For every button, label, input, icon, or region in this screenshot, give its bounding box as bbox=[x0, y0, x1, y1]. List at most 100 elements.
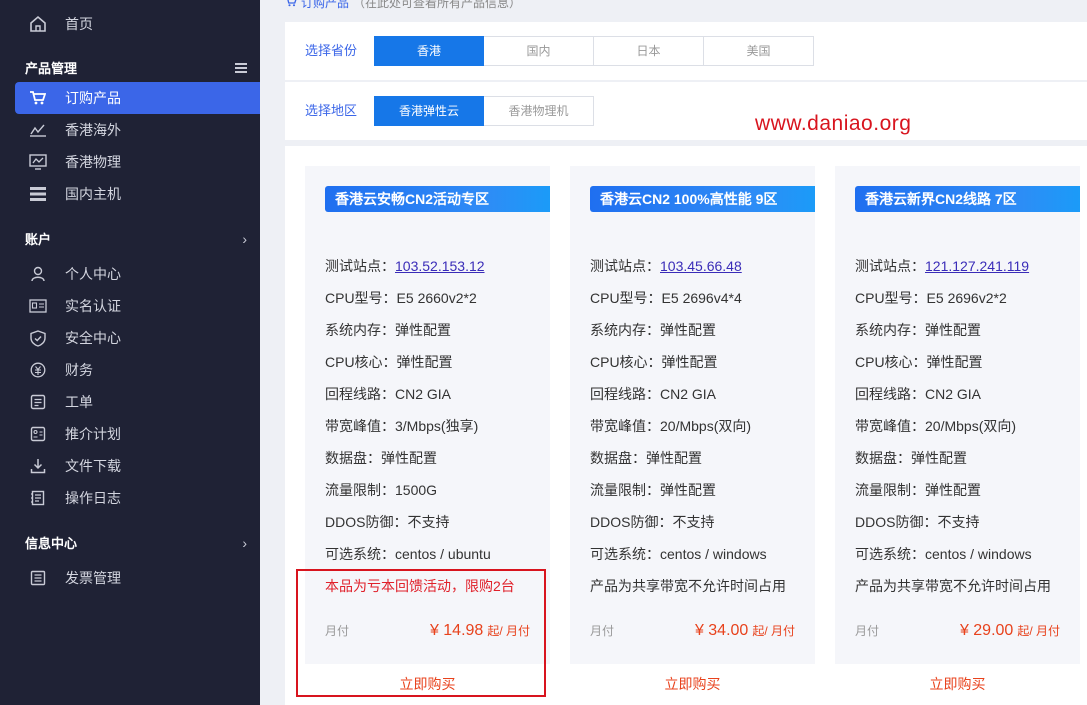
spec-list: 测试站点：103.45.66.48 CPU型号：E5 2696v4*4 系统内存… bbox=[590, 254, 810, 574]
sidebar-item-real-name[interactable]: 实名认证 bbox=[15, 290, 260, 322]
buy-now-button[interactable]: 立即购买 bbox=[570, 664, 815, 705]
sidebar-item-label: 实名认证 bbox=[65, 298, 121, 314]
product-note: 产品为共享带宽不允许时间占用 bbox=[855, 578, 1051, 594]
sidebar-item-hk-physical[interactable]: 香港物理 bbox=[15, 146, 260, 178]
spec-route: 回程线路：CN2 GIA bbox=[590, 386, 717, 402]
sidebar-item-label: 操作日志 bbox=[65, 490, 121, 506]
hamburger-icon[interactable] bbox=[235, 60, 247, 76]
tab-domestic[interactable]: 国内 bbox=[484, 36, 594, 66]
spec-memory: 系统内存：弹性配置 bbox=[855, 322, 981, 338]
spec-list: 测试站点：103.52.153.12 CPU型号：E5 2660v2*2 系统内… bbox=[325, 254, 545, 574]
sidebar-item-label: 财务 bbox=[65, 362, 93, 378]
tab-hk-elastic-cloud[interactable]: 香港弹性云 bbox=[374, 96, 484, 126]
sidebar-item-finance[interactable]: 财务 bbox=[15, 354, 260, 386]
spec-cpu-model: CPU型号：E5 2696v4*4 bbox=[590, 290, 742, 306]
money-icon bbox=[27, 361, 49, 379]
test-ip-link[interactable]: 103.52.153.12 bbox=[395, 258, 485, 274]
spec-os: 可选系统：centos / ubuntu bbox=[325, 546, 491, 562]
sidebar-item-profile[interactable]: 个人中心 bbox=[15, 258, 260, 290]
breadcrumb-hint: （在此处可查看所有产品信息） bbox=[353, 0, 522, 10]
sidebar-item-label: 国内主机 bbox=[65, 186, 121, 202]
referral-icon bbox=[27, 425, 49, 443]
chevron-right-icon: › bbox=[242, 230, 247, 247]
price-unit: 起/ 月付 bbox=[487, 624, 530, 638]
breadcrumb: 订购产品 （在此处可查看所有产品信息） bbox=[285, 0, 521, 11]
sidebar-item-home[interactable]: 首页 bbox=[15, 8, 260, 40]
spec-label: 测试站点： bbox=[590, 258, 660, 274]
buy-now-button[interactable]: 立即购买 bbox=[305, 664, 550, 705]
sidebar-item-label: 订购产品 bbox=[65, 90, 121, 106]
product-note: 产品为共享带宽不允许时间占用 bbox=[590, 578, 786, 594]
spec-test-site: 测试站点：103.45.66.48 bbox=[590, 254, 810, 286]
spec-ddos: DDOS防御：不支持 bbox=[590, 514, 715, 530]
sidebar-item-label: 香港海外 bbox=[65, 122, 121, 138]
section-title: 账户 bbox=[25, 232, 52, 247]
price: ¥ 34.00 bbox=[694, 622, 749, 639]
spec-route: 回程线路：CN2 GIA bbox=[325, 386, 452, 402]
price-unit: 起/ 月付 bbox=[1017, 624, 1060, 638]
sidebar-item-downloads[interactable]: 文件下载 bbox=[15, 450, 260, 482]
spec-cpu-model: CPU型号：E5 2660v2*2 bbox=[325, 290, 477, 306]
sidebar-item-label: 推介计划 bbox=[65, 426, 121, 442]
breadcrumb-link[interactable]: 订购产品 bbox=[301, 0, 349, 11]
product-card: 香港云CN2 100%高性能 9区 测试站点：103.45.66.48 CPU型… bbox=[570, 166, 815, 705]
ticket-icon bbox=[27, 393, 49, 411]
billing-cycle: 月付 bbox=[325, 624, 350, 638]
sidebar-item-label: 香港物理 bbox=[65, 154, 121, 170]
spec-os: 可选系统：centos / windows bbox=[590, 546, 767, 562]
spec-route: 回程线路：CN2 GIA bbox=[855, 386, 982, 402]
section-product-management: 产品管理 bbox=[25, 58, 247, 77]
sidebar-item-domestic-host[interactable]: 国内主机 bbox=[15, 178, 260, 210]
spec-test-site: 测试站点：103.52.153.12 bbox=[325, 254, 545, 286]
billing-cycle: 月付 bbox=[590, 624, 615, 638]
home-icon bbox=[27, 15, 49, 33]
invoice-icon bbox=[27, 569, 49, 587]
tab-japan[interactable]: 日本 bbox=[594, 36, 704, 66]
server-icon bbox=[27, 185, 49, 203]
sidebar-item-security[interactable]: 安全中心 bbox=[15, 322, 260, 354]
cart-icon bbox=[27, 89, 49, 107]
spec-disk: 数据盘：弹性配置 bbox=[855, 450, 967, 466]
sidebar-item-label: 工单 bbox=[65, 394, 93, 410]
test-ip-link[interactable]: 121.127.241.119 bbox=[925, 258, 1029, 274]
product-list: 香港云安畅CN2活动专区 测试站点：103.52.153.12 CPU型号：E5… bbox=[285, 146, 1087, 705]
sidebar-item-operation-log[interactable]: 操作日志 bbox=[15, 482, 260, 514]
sidebar-item-hk-overseas[interactable]: 香港海外 bbox=[15, 114, 260, 146]
chart-icon bbox=[27, 121, 49, 139]
test-ip-link[interactable]: 103.45.66.48 bbox=[660, 258, 742, 274]
tab-usa[interactable]: 美国 bbox=[704, 36, 814, 66]
spec-traffic: 流量限制：弹性配置 bbox=[590, 482, 716, 498]
product-card: 香港云安畅CN2活动专区 测试站点：103.52.153.12 CPU型号：E5… bbox=[305, 166, 550, 705]
tab-hk-physical[interactable]: 香港物理机 bbox=[484, 96, 594, 126]
spec-disk: 数据盘：弹性配置 bbox=[590, 450, 702, 466]
spec-cpu-model: CPU型号：E5 2696v2*2 bbox=[855, 290, 1007, 306]
price-row: 月付 ¥ 34.00 起/ 月付 bbox=[590, 622, 795, 646]
section-account[interactable]: 账户 › bbox=[25, 229, 247, 248]
province-filter: 选择省份 香港 国内 日本 美国 bbox=[285, 22, 1087, 80]
sidebar-item-label: 文件下载 bbox=[65, 458, 121, 474]
buy-now-button[interactable]: 立即购买 bbox=[835, 664, 1080, 705]
sidebar-item-invoice[interactable]: 发票管理 bbox=[15, 562, 260, 594]
product-card: 香港云新界CN2线路 7区 测试站点：121.127.241.119 CPU型号… bbox=[835, 166, 1080, 705]
sidebar-item-label: 首页 bbox=[65, 16, 93, 32]
sidebar-item-referral[interactable]: 推介计划 bbox=[15, 418, 260, 450]
section-info-center[interactable]: 信息中心 › bbox=[25, 533, 247, 552]
price: ¥ 14.98 bbox=[429, 622, 484, 639]
spec-memory: 系统内存：弹性配置 bbox=[590, 322, 716, 338]
tab-hongkong[interactable]: 香港 bbox=[374, 36, 484, 66]
product-title: 香港云安畅CN2活动专区 bbox=[325, 186, 550, 212]
cart-icon bbox=[285, 0, 297, 10]
sidebar-item-ticket[interactable]: 工单 bbox=[15, 386, 260, 418]
sidebar-item-label: 发票管理 bbox=[65, 570, 121, 586]
section-title: 产品管理 bbox=[25, 61, 78, 76]
region-tabs: 香港弹性云 香港物理机 bbox=[374, 96, 594, 126]
spec-list: 测试站点：121.127.241.119 CPU型号：E5 2696v2*2 系… bbox=[855, 254, 1075, 574]
region-filter: 选择地区 香港弹性云 香港物理机 bbox=[285, 82, 1087, 140]
spec-disk: 数据盘：弹性配置 bbox=[325, 450, 437, 466]
price-row: 月付 ¥ 29.00 起/ 月付 bbox=[855, 622, 1060, 646]
user-icon bbox=[27, 265, 49, 283]
monitor-chart-icon bbox=[27, 153, 49, 171]
sidebar-item-order-products[interactable]: 订购产品 bbox=[15, 82, 260, 114]
price: ¥ 29.00 bbox=[959, 622, 1014, 639]
spec-cpu-cores: CPU核心：弹性配置 bbox=[590, 354, 718, 370]
